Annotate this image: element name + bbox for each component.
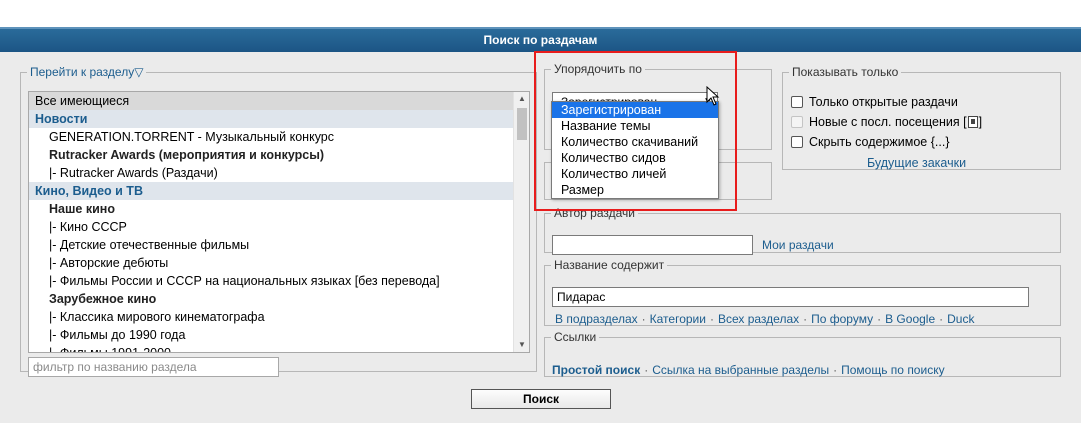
forum-list[interactable]: Все имеющиеся Новости GENERATION.TORRENT -…	[28, 91, 530, 353]
scroll-up-icon[interactable]: ▲	[514, 92, 529, 106]
sort-legend: Упорядочить по	[554, 62, 642, 76]
forum-list-item[interactable]: Все имеющиеся	[29, 92, 529, 110]
sort-option[interactable]: Количество скачиваний	[552, 134, 718, 150]
links-fieldset: Ссылки Простой поиск · Ссылка на выбранные…	[544, 331, 1061, 377]
show-only-fieldset: Показывать только Только открытые раздач…	[782, 66, 1061, 170]
open-torrents-option[interactable]: Только открытые раздачи	[791, 94, 958, 110]
forum-list-item[interactable]: |- Фильмы России и СССР на национальных …	[29, 272, 529, 290]
forum-list-item[interactable]: |- Классика мирового кинематографа	[29, 308, 529, 326]
triangle-down-icon: ▽	[134, 65, 144, 79]
sort-option[interactable]: Зарегистрирован	[552, 102, 718, 118]
hide-content-option[interactable]: Скрыть содержимое {...}	[791, 134, 950, 150]
sort-option[interactable]: Размер	[552, 182, 718, 198]
scroll-down-icon[interactable]: ▼	[514, 338, 529, 352]
title-search-input[interactable]	[552, 287, 1029, 307]
author-legend: Автор раздачи	[554, 206, 635, 220]
sort-option[interactable]: Количество личей	[552, 166, 718, 182]
by-forum-link[interactable]: По форуму	[811, 312, 873, 326]
search-button[interactable]: Поиск	[471, 389, 611, 409]
forum-list-item[interactable]: |- Фильмы 1991-2000	[29, 344, 529, 352]
title-contains-fieldset: Название содержит В подразделах·Категори…	[544, 259, 1061, 326]
forum-list-item[interactable]: Зарубежное кино	[29, 290, 529, 308]
forum-list-item[interactable]: Rutracker Awards (мероприятия и конкурсы…	[29, 146, 529, 164]
forum-list-item[interactable]: |- Фильмы до 1990 года	[29, 326, 529, 344]
new-post-icon	[967, 116, 978, 128]
author-fieldset: Автор раздачи Мои раздачи	[544, 206, 1061, 255]
forum-section-fieldset: Перейти к разделу▽ Все имеющиеся Новости G…	[20, 66, 537, 377]
search-help-link[interactable]: Помощь по поиску	[841, 363, 944, 377]
my-torrents-link[interactable]: Мои раздачи	[762, 238, 834, 252]
sort-option[interactable]: Количество сидов	[552, 150, 718, 166]
google-link[interactable]: В Google	[885, 312, 935, 326]
duck-link[interactable]: Duck	[947, 312, 974, 326]
forum-list-item[interactable]: GENERATION.TORRENT - Музыкальный конкурс	[29, 128, 529, 146]
in-subforums-link[interactable]: В подразделах	[555, 312, 638, 326]
title-links-row: В подразделах · Категории · Всех разделах · По…	[555, 312, 975, 326]
forum-list-item[interactable]: |- Авторские дебюты	[29, 254, 529, 272]
forum-section-legend[interactable]: Перейти к разделу▽	[27, 66, 146, 78]
title-contains-legend: Название содержит	[554, 258, 665, 272]
sort-option[interactable]: Название темы	[552, 118, 718, 134]
forum-category[interactable]: Новости	[29, 110, 529, 128]
all-sections-link[interactable]: Всех разделах	[718, 312, 799, 326]
author-input[interactable]	[552, 235, 753, 255]
sort-dropdown[interactable]: Зарегистрирован Название темы Количество с…	[551, 101, 719, 199]
show-only-legend: Показывать только	[792, 65, 899, 79]
links-legend: Ссылки	[554, 330, 597, 344]
links-row: Простой поиск · Ссылка на выбранные раздел…	[552, 363, 945, 377]
simple-search-link[interactable]: Простой поиск	[552, 363, 640, 377]
forum-filter-input[interactable]	[28, 357, 279, 377]
future-downloads-link[interactable]: Будущие закачки	[867, 156, 966, 170]
open-torrents-checkbox[interactable]	[791, 96, 803, 108]
scroll-thumb[interactable]	[517, 108, 527, 140]
selected-sections-link[interactable]: Ссылка на выбранные разделы	[652, 363, 829, 377]
forum-list-item[interactable]: |- Rutracker Awards (Раздачи)	[29, 164, 529, 182]
forum-list-scrollbar[interactable]: ▲ ▼	[513, 92, 529, 352]
new-since-last-option: Новые с посл. посещения []	[791, 114, 982, 130]
forum-list-item[interactable]: Наше кино	[29, 200, 529, 218]
forum-list-item[interactable]: |- Кино СССР	[29, 218, 529, 236]
top-strip	[0, 0, 1081, 27]
new-since-last-checkbox	[791, 116, 803, 128]
categories-link[interactable]: Категории	[650, 312, 706, 326]
forum-category[interactable]: Кино, Видео и ТВ	[29, 182, 529, 200]
mouse-cursor-icon	[706, 86, 720, 106]
page-title: Поиск по раздачам	[0, 27, 1081, 52]
forum-list-item[interactable]: |- Детские отечественные фильмы	[29, 236, 529, 254]
hide-content-checkbox[interactable]	[791, 136, 803, 148]
